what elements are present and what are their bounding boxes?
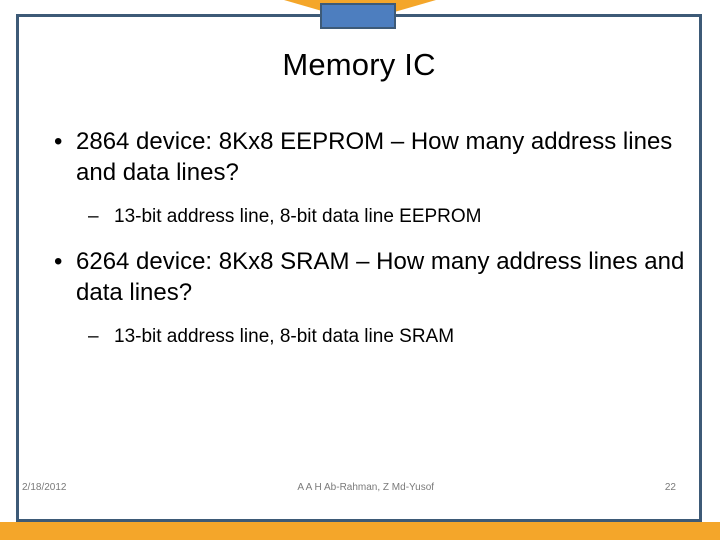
list-item-label: 2864 device: 8Kx8 EEPROM – How many addr… bbox=[76, 128, 673, 186]
list-item: • 6264 device: 8Kx8 SRAM – How many addr… bbox=[28, 246, 690, 308]
bullet-marker-icon: • bbox=[54, 128, 63, 155]
footer-authors: A A H Ab-Rahman, Z Md-Yusof bbox=[297, 482, 435, 493]
slide-footer: 2/18/2012 A A H Ab-Rahman, Z Md-Yusof 22 bbox=[22, 478, 676, 498]
slide-canvas: Memory IC • 2864 device: 8Kx8 EEPROM – H… bbox=[0, 0, 720, 540]
list-item: • 2864 device: 8Kx8 EEPROM – How many ad… bbox=[28, 126, 690, 188]
sub-list-item: – 13-bit address line, 8-bit data line S… bbox=[28, 324, 690, 350]
bottom-accent-bar bbox=[0, 522, 720, 540]
list-item-label: 6264 device: 8Kx8 SRAM – How many addres… bbox=[76, 248, 685, 306]
footer-page-number: 22 bbox=[664, 482, 676, 493]
sub-list-item-label: 13-bit address line, 8-bit data line EEP… bbox=[114, 206, 482, 227]
page-title: Memory IC bbox=[282, 47, 436, 82]
dash-marker-icon: – bbox=[88, 206, 99, 227]
body-text-block: • 2864 device: 8Kx8 EEPROM – How many ad… bbox=[28, 126, 690, 350]
slide-content: Memory IC • 2864 device: 8Kx8 EEPROM – H… bbox=[20, 18, 698, 518]
sub-list-item-label: 13-bit address line, 8-bit data line SRA… bbox=[114, 326, 455, 347]
dash-marker-icon: – bbox=[88, 326, 99, 347]
sub-list-item: – 13-bit address line, 8-bit data line E… bbox=[28, 204, 690, 230]
bullet-marker-icon: • bbox=[54, 248, 63, 275]
footer-date: 2/18/2012 bbox=[22, 482, 67, 493]
